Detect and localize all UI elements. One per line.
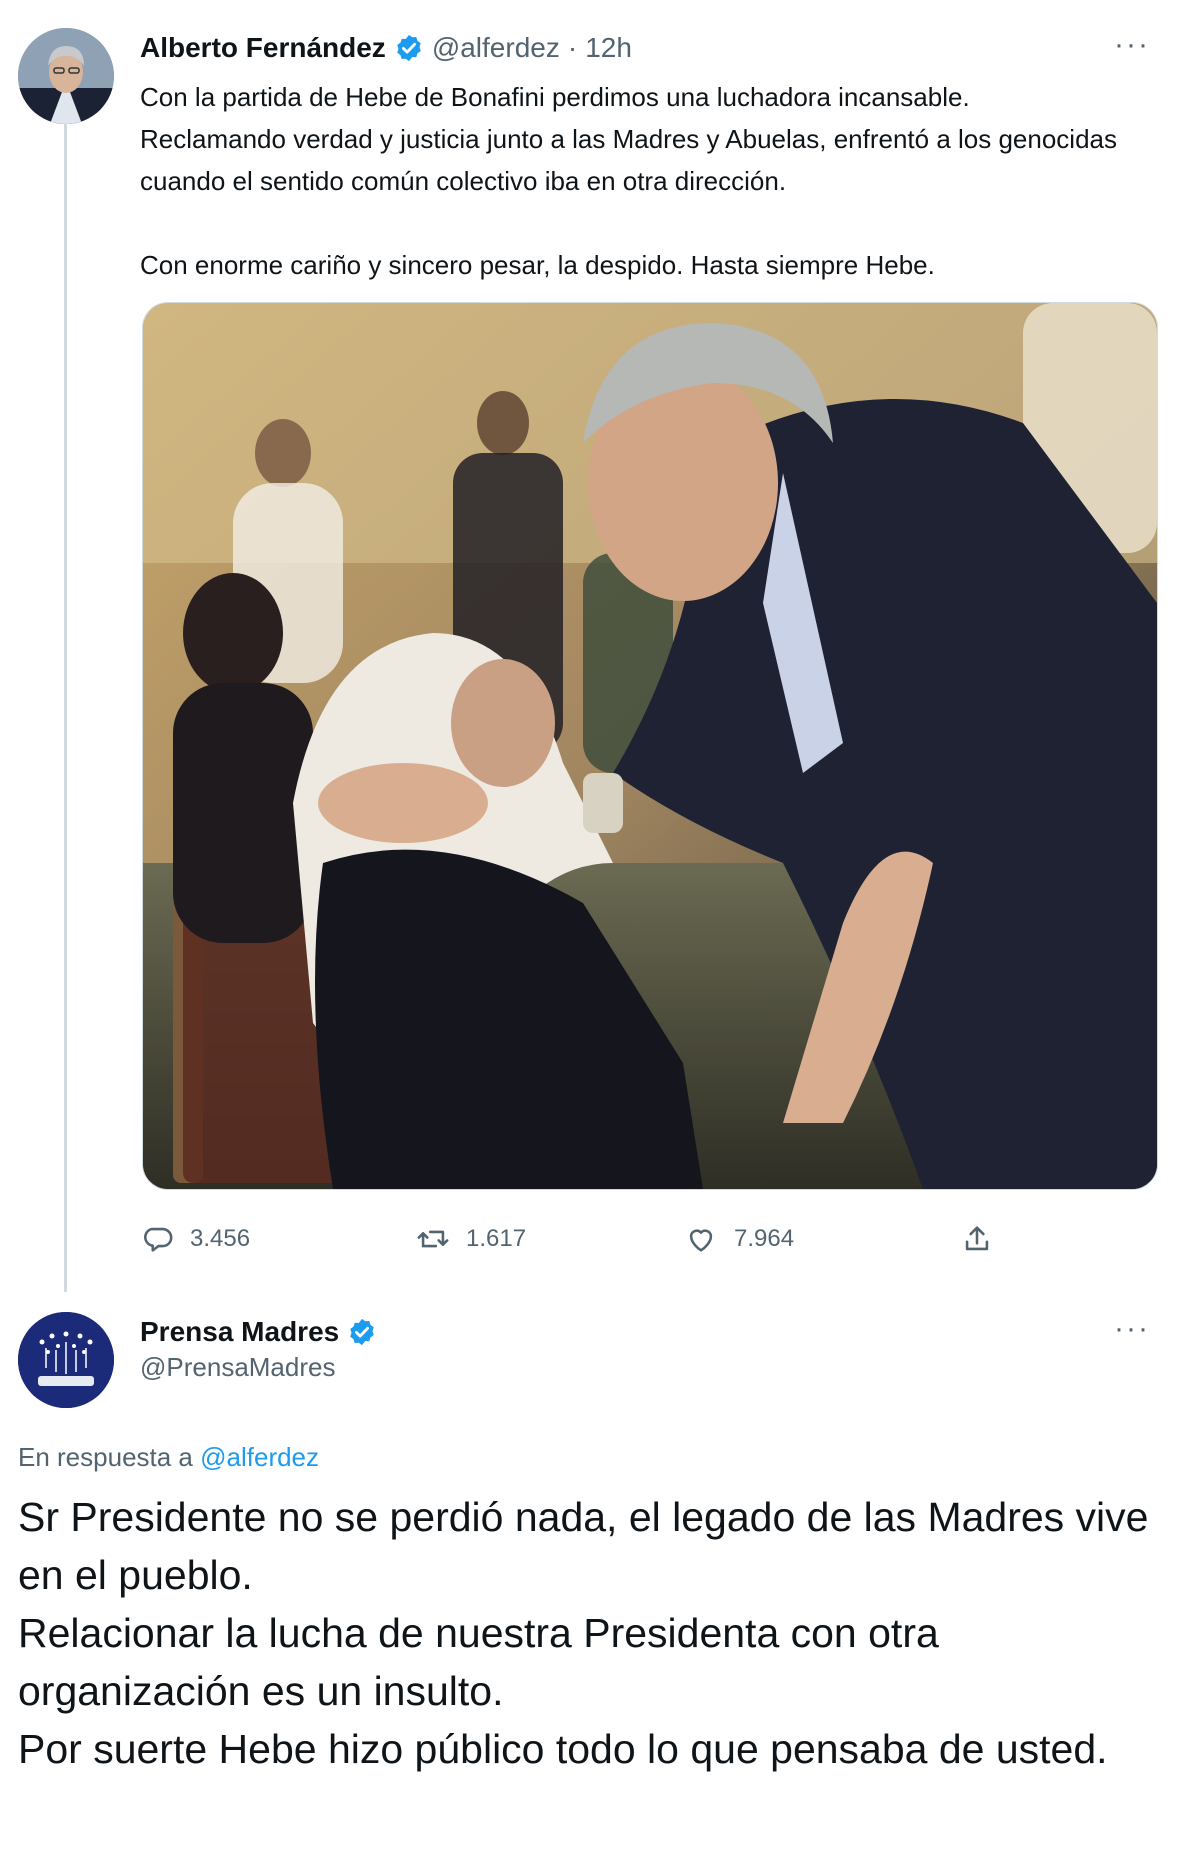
tweet-actions: 3.456 1.617 7.964	[140, 1218, 1020, 1260]
avatar[interactable]	[18, 1312, 114, 1408]
avatar-photo	[18, 28, 114, 124]
verified-badge-icon	[397, 34, 421, 62]
author-handle[interactable]: @alferdez	[432, 32, 560, 64]
reply-count: 3.456	[190, 1225, 251, 1252]
photo-image	[143, 303, 1157, 1189]
retweet-button[interactable]: 1.617	[416, 1222, 526, 1256]
retweet-icon	[417, 1230, 449, 1248]
more-icon[interactable]: ···	[1114, 28, 1150, 62]
tweet-photo[interactable]	[142, 302, 1158, 1190]
in-reply-to: En respuesta a @alferdez	[18, 1442, 319, 1473]
share-icon	[965, 1226, 989, 1251]
verified-badge-icon	[350, 1318, 374, 1346]
reply-text: Sr Presidente no se perdió nada, el lega…	[18, 1494, 1149, 1772]
like-button[interactable]: 7.964	[684, 1222, 794, 1256]
author-handle[interactable]: @PrensaMadres	[140, 1352, 335, 1383]
avatar[interactable]	[18, 28, 114, 124]
tweet-text: Con la partida de Hebe de Bonafini perdi…	[140, 82, 1118, 280]
in-reply-to-label: En respuesta a	[18, 1442, 193, 1472]
author-name[interactable]: Prensa Madres	[140, 1316, 339, 1348]
author-name[interactable]: Alberto Fernández	[140, 32, 386, 64]
reply-header: Prensa Madres	[140, 1312, 385, 1352]
more-icon[interactable]: ···	[1114, 1312, 1150, 1346]
tweet-timestamp[interactable]: 12h	[585, 32, 632, 64]
share-button[interactable]	[960, 1222, 994, 1256]
tweet-header: Alberto Fernández @alferdez · 12h	[140, 28, 632, 68]
separator-dot: ·	[567, 32, 578, 63]
like-icon	[689, 1229, 713, 1252]
retweet-count: 1.617	[466, 1225, 527, 1252]
reply-button[interactable]: 3.456	[140, 1222, 250, 1256]
like-count: 7.964	[734, 1225, 795, 1252]
thread-line	[64, 112, 67, 1292]
reply-icon	[144, 1227, 173, 1252]
avatar-logo	[18, 1312, 114, 1408]
mention-link[interactable]: @alferdez	[200, 1442, 319, 1472]
